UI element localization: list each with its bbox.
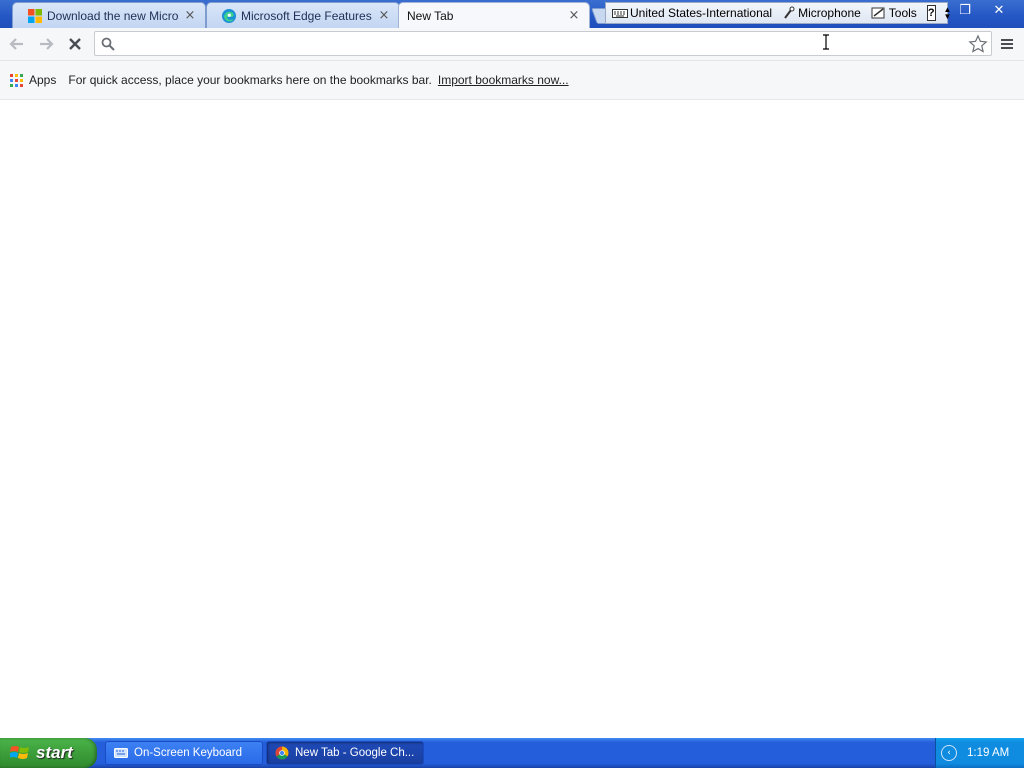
tools-button[interactable]: Tools xyxy=(871,6,917,20)
import-bookmarks-link[interactable]: Import bookmarks now... xyxy=(438,73,569,87)
tab-close-icon[interactable]: × xyxy=(183,8,197,23)
tab-close-icon[interactable]: × xyxy=(377,8,391,23)
tools-label: Tools xyxy=(888,6,917,20)
tab-new-tab[interactable]: New Tab × xyxy=(398,2,590,28)
start-button[interactable]: start xyxy=(0,738,97,768)
close-window-button[interactable]: ✕ xyxy=(986,0,1012,20)
menu-icon[interactable] xyxy=(998,35,1016,53)
restore-window-button[interactable]: ❐ xyxy=(952,0,978,20)
back-arrow-icon xyxy=(9,38,23,50)
bookmarks-bar: Apps For quick access, place your bookma… xyxy=(0,61,1024,100)
show-hidden-icons-icon[interactable]: ‹ xyxy=(941,745,957,761)
tab-download-microsoft-edge[interactable]: Download the new Microsoft Edge × xyxy=(12,2,206,28)
browser-titlebar: Download the new Microsoft Edge × Micros… xyxy=(0,0,1024,28)
microsoft-logo-icon xyxy=(28,8,42,23)
tab-title: New Tab xyxy=(407,8,454,23)
tools-icon xyxy=(871,7,885,19)
windows-logo-icon xyxy=(10,746,29,759)
chrome-logo-icon xyxy=(275,746,289,760)
tab-title: Microsoft Edge Features & Tips xyxy=(241,8,373,23)
apps-shortcut[interactable]: Apps xyxy=(10,73,56,87)
text-cursor-icon xyxy=(823,34,829,50)
browser-toolbar xyxy=(0,28,1024,61)
language-bar: United States-International Microphone T… xyxy=(605,2,951,24)
edge-logo-icon xyxy=(222,8,236,23)
search-icon xyxy=(101,37,115,51)
help-icon[interactable]: ? xyxy=(926,5,936,21)
tab-close-icon[interactable]: × xyxy=(567,8,581,23)
keyboard-icon xyxy=(612,9,628,18)
clock[interactable]: 1:19 AM xyxy=(967,747,1009,759)
language-label: United States-International xyxy=(630,6,773,20)
back-button[interactable] xyxy=(7,34,27,54)
microphone-icon xyxy=(784,6,795,19)
stop-loading-button[interactable] xyxy=(65,34,85,54)
apps-grid-icon xyxy=(10,73,23,87)
taskbar: start On-Screen Keyboard New Tab - Googl… xyxy=(0,738,1024,768)
forward-arrow-icon xyxy=(40,38,54,50)
forward-button[interactable] xyxy=(36,34,56,54)
taskbar-item-label: On-Screen Keyboard xyxy=(134,747,243,759)
keyboard-icon xyxy=(114,748,128,758)
tab-edge-features[interactable]: Microsoft Edge Features & Tips × xyxy=(206,2,400,28)
microphone-button[interactable]: Microphone xyxy=(782,6,861,20)
taskbar-item-on-screen-keyboard[interactable]: On-Screen Keyboard xyxy=(105,741,263,765)
start-label: start xyxy=(36,743,73,762)
page-content xyxy=(0,100,1024,738)
tab-title: Download the new Microsoft Edge xyxy=(47,8,179,23)
bookmarks-bar-message: For quick access, place your bookmarks h… xyxy=(68,73,432,87)
bookmark-star-icon[interactable] xyxy=(968,34,988,54)
language-bar-options-icon[interactable]: ▲ ▼ xyxy=(944,6,952,21)
system-tray: ‹ 1:19 AM xyxy=(935,738,1024,768)
keyboard-language-button[interactable]: United States-International xyxy=(612,6,772,20)
stop-icon xyxy=(69,38,81,50)
apps-label: Apps xyxy=(29,73,57,87)
taskbar-item-chrome[interactable]: New Tab - Google Ch... xyxy=(266,741,424,765)
address-bar[interactable] xyxy=(94,31,992,56)
taskbar-item-label: New Tab - Google Ch... xyxy=(295,747,415,759)
microphone-label: Microphone xyxy=(798,6,861,20)
